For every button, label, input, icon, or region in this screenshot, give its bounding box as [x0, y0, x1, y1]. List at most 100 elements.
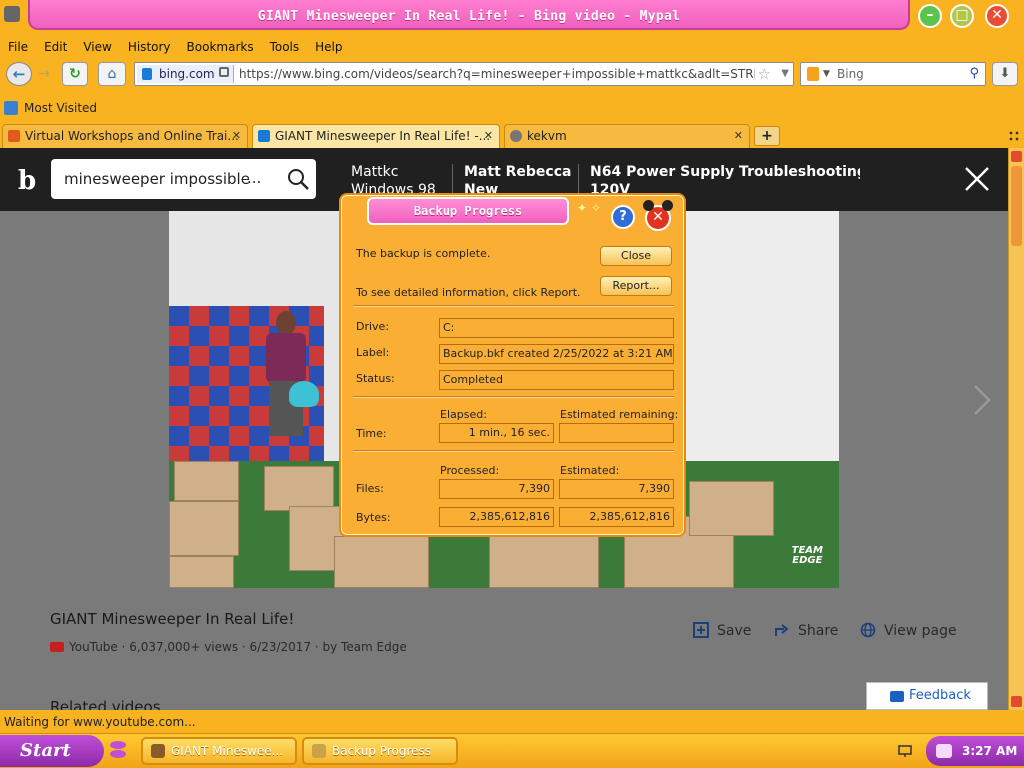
close-button[interactable]: Close [600, 246, 672, 266]
save-label: Save [717, 623, 752, 639]
share-button[interactable]: Share [774, 622, 838, 639]
share-label: Share [798, 623, 839, 639]
files-processed: 7,390 [439, 479, 554, 499]
url-bar[interactable]: bing.com https://www.bing.com/videos/sea… [134, 62, 794, 86]
scroll-up-button[interactable] [1011, 151, 1022, 162]
tab-virtual-workshops[interactable]: Virtual Workshops and Online Trai... ✕ [2, 124, 248, 148]
backup-complete-message: The backup is complete. [356, 247, 491, 260]
time-label: Time: [356, 427, 387, 440]
tab-close-icon[interactable]: ✕ [734, 125, 743, 147]
tab-close-icon[interactable]: ✕ [484, 125, 493, 147]
mypal-app-icon[interactable] [4, 6, 20, 22]
network-tray-icon[interactable] [898, 744, 912, 758]
lock-icon [219, 67, 229, 77]
search-bar[interactable]: ▼ Bing ⚲ [800, 62, 986, 86]
tab-giant-minesweeper[interactable]: GIANT Minesweeper In Real Life! -... ✕ [252, 124, 500, 148]
bing-engine-icon[interactable] [807, 67, 819, 81]
report-button[interactable]: Report... [600, 276, 672, 296]
menu-bar: File Edit View History Bookmarks Tools H… [0, 37, 351, 57]
dialog-help-button[interactable]: ? [611, 205, 635, 229]
video-stats: · 6,037,000+ views · 6/23/2017 · by Team… [121, 640, 407, 654]
clock-time: 3:27 AM [962, 744, 1018, 758]
video-box [489, 536, 599, 588]
menu-tools[interactable]: Tools [262, 37, 308, 57]
window-title: GIANT Minesweeper In Real Life! - Bing v… [28, 0, 910, 30]
estimated-header: Estimated: [560, 464, 620, 477]
search-icon[interactable] [285, 166, 311, 192]
save-plus-icon [693, 622, 709, 638]
label-value: Backup.bkf created 2/25/2022 at 3:21 AM [439, 344, 674, 364]
system-clock[interactable]: 3:27 AM [926, 736, 1024, 766]
downloads-button[interactable]: ⬇ [992, 62, 1018, 86]
bing-search-box[interactable]: minesweeper impossible ... [51, 159, 316, 199]
view-page-button[interactable]: View page [860, 622, 957, 639]
dialog-close-button[interactable]: ✕ [643, 200, 673, 231]
menu-bookmarks[interactable]: Bookmarks [179, 37, 262, 57]
video-box [264, 466, 334, 511]
status-label: Status: [356, 372, 395, 385]
backup-taskbar-icon [312, 744, 326, 758]
related-videos-heading: Related videos [50, 698, 161, 710]
video-box [689, 481, 774, 536]
forward-button[interactable]: → [34, 62, 54, 86]
status-bar: Waiting for www.youtube.com... [0, 712, 1024, 732]
engine-dropdown-icon[interactable]: ▼ [823, 63, 830, 85]
close-overlay-icon[interactable] [962, 164, 992, 194]
search-icon[interactable]: ⚲ [969, 63, 979, 85]
tab-label: Virtual Workshops and Online Trai... [25, 129, 239, 143]
bytes-estimated: 2,385,612,816 [559, 507, 674, 527]
menu-file[interactable]: File [0, 37, 36, 57]
dialog-separator [353, 305, 674, 307]
sparkle-icon: ✦ ✧ [577, 201, 601, 215]
video-info-panel: GIANT Minesweeper In Real Life! YouTube … [0, 588, 1008, 710]
reload-button[interactable]: ↻ [62, 62, 88, 86]
youtube-icon [50, 642, 64, 652]
tab-close-icon[interactable]: ✕ [232, 125, 241, 147]
video-source[interactable]: YouTube [69, 640, 118, 654]
close-window-button[interactable]: ✕ [985, 4, 1009, 28]
backup-progress-dialog[interactable]: Backup Progress ✦ ✧ ? ✕ The backup is co… [339, 193, 686, 537]
menu-help[interactable]: Help [307, 37, 350, 57]
drive-value: C: [439, 318, 674, 338]
video-title[interactable]: GIANT Minesweeper In Real Life! [50, 610, 294, 628]
menu-edit[interactable]: Edit [36, 37, 75, 57]
window-title-bar[interactable]: GIANT Minesweeper In Real Life! - Bing v… [0, 0, 1024, 36]
new-tab-button[interactable]: + [754, 126, 780, 146]
feedback-button[interactable]: Feedback [866, 682, 988, 710]
start-button[interactable]: Start [0, 735, 104, 767]
home-button[interactable]: ⌂ [98, 62, 126, 86]
url-input[interactable]: https://www.bing.com/videos/search?q=min… [239, 63, 755, 85]
task-backup-progress[interactable]: Backup Progress [302, 737, 458, 765]
tab-list-grid-icon[interactable] [1008, 130, 1020, 142]
url-history-dropdown-icon[interactable]: ▼ [781, 63, 789, 85]
video-box [169, 501, 239, 556]
bing-search-input[interactable]: minesweeper impossible [64, 159, 250, 199]
save-button[interactable]: Save [693, 622, 751, 639]
search-input[interactable]: Bing [837, 63, 864, 85]
video-box [169, 556, 234, 588]
tab-strip: Virtual Workshops and Online Trai... ✕ G… [0, 124, 1024, 148]
video-box [334, 536, 429, 588]
bookmark-star-icon[interactable]: ☆ [758, 63, 771, 85]
next-video-chevron-icon[interactable] [970, 383, 994, 417]
divider [578, 164, 579, 196]
maximize-button[interactable]: □ [950, 4, 974, 28]
dialog-separator [353, 396, 674, 398]
menu-history[interactable]: History [120, 37, 179, 57]
video-meta: YouTube · 6,037,000+ views · 6/23/2017 ·… [50, 640, 407, 654]
bookmark-most-visited[interactable]: Most Visited [24, 98, 97, 118]
elapsed-header: Elapsed: [440, 408, 487, 421]
bing-search-ellipsis: ... [247, 169, 262, 187]
report-hint: To see detailed information, click Repor… [356, 286, 581, 299]
scroll-thumb[interactable] [1011, 166, 1022, 246]
scroll-down-button[interactable] [1011, 696, 1022, 707]
menu-view[interactable]: View [75, 37, 119, 57]
bow-icon [110, 741, 126, 758]
tab-kekvm[interactable]: kekvm ✕ [504, 124, 750, 148]
bing-logo[interactable]: b [18, 166, 36, 196]
back-button[interactable]: ← [6, 62, 32, 86]
status-value: Completed [439, 370, 674, 390]
task-giant-minesweeper[interactable]: GIANT Minesweе... [141, 737, 297, 765]
minimize-button[interactable]: – [918, 4, 942, 28]
vertical-scrollbar[interactable] [1008, 148, 1024, 710]
